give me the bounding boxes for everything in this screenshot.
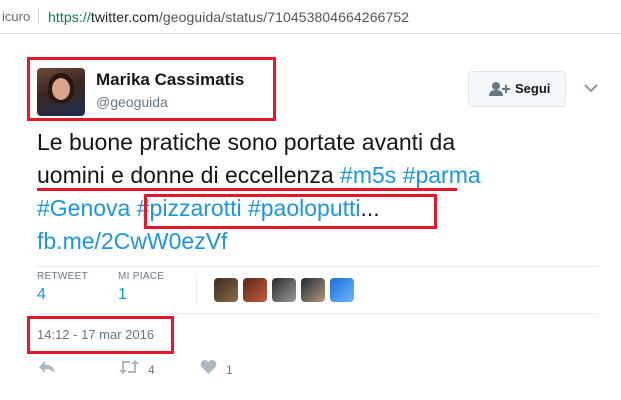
url-path: /geoguida/status/710453804664266752 — [158, 9, 410, 25]
likes-stat[interactable]: MI PIACE 1 — [118, 271, 164, 304]
follow-button-label: Segui — [515, 81, 551, 96]
retweet-icon[interactable] — [118, 359, 140, 380]
stats-divider-bottom — [37, 313, 599, 314]
follow-button[interactable]: Segui — [468, 71, 566, 107]
url-host: twitter.com — [90, 9, 159, 25]
reply-icon[interactable] — [38, 359, 56, 380]
hashtag-m5s[interactable]: #m5s — [340, 162, 396, 188]
action-retweet-count: 4 — [148, 363, 155, 377]
likes-stat-count: 1 — [118, 286, 127, 303]
author-name[interactable]: Marika Cassimatis — [96, 70, 244, 90]
tweet-text-line-4: fb.me/2CwW0ezVf — [37, 225, 577, 258]
address-divider — [38, 8, 39, 24]
url-protocol: https:// — [48, 9, 91, 25]
tweet-text-segment: uomini e donne di eccellenza — [37, 162, 341, 188]
hashtag-parma[interactable]: #parma — [403, 162, 481, 188]
avatar-face — [52, 78, 70, 100]
liker-avatar[interactable] — [272, 278, 296, 302]
liker-avatar[interactable] — [243, 278, 267, 302]
secure-indicator[interactable]: icuro — [2, 9, 30, 24]
highlight-underline — [37, 188, 457, 191]
tweet-text: Le buone pratiche sono portate avanti da… — [37, 126, 577, 258]
liker-avatar[interactable] — [330, 278, 354, 302]
liker-avatar[interactable] — [214, 278, 238, 302]
hashtag-genova[interactable]: #Genova — [37, 195, 130, 221]
follow-user-icon — [489, 81, 511, 102]
hashtag-pizzarotti[interactable]: #pizzarotti — [137, 195, 242, 221]
retweet-stat-count: 4 — [37, 286, 46, 303]
action-like-count: 1 — [226, 363, 233, 377]
retweet-stat[interactable]: RETWEET 4 — [37, 271, 88, 304]
address-bar[interactable]: icuro https://twitter.com/geoguida/statu… — [0, 0, 621, 34]
avatar[interactable] — [37, 68, 85, 116]
retweet-stat-label: RETWEET — [37, 271, 88, 282]
ellipsis: ... — [360, 195, 380, 221]
hashtag-paoloputti[interactable]: #paoloputti — [248, 195, 361, 221]
likes-stat-label: MI PIACE — [118, 271, 165, 282]
author-handle[interactable]: @geoguida — [96, 94, 168, 110]
heart-icon[interactable] — [200, 359, 217, 380]
stats-separator — [196, 275, 197, 305]
tweet-timestamp[interactable]: 14:12 - 17 mar 2016 — [37, 327, 154, 342]
liker-avatar[interactable] — [301, 278, 325, 302]
stats-divider-top — [37, 266, 599, 267]
tweet-text-line-1: Le buone pratiche sono portate avanti da — [37, 129, 456, 155]
tweet-text-line-3: #Genova #pizzarotti #paoloputti... — [37, 192, 577, 225]
tweet-link[interactable]: fb.me/2CwW0ezVf — [37, 228, 227, 254]
chevron-down-icon[interactable] — [584, 80, 598, 98]
url-field[interactable]: https://twitter.com/geoguida/status/7104… — [48, 9, 409, 25]
